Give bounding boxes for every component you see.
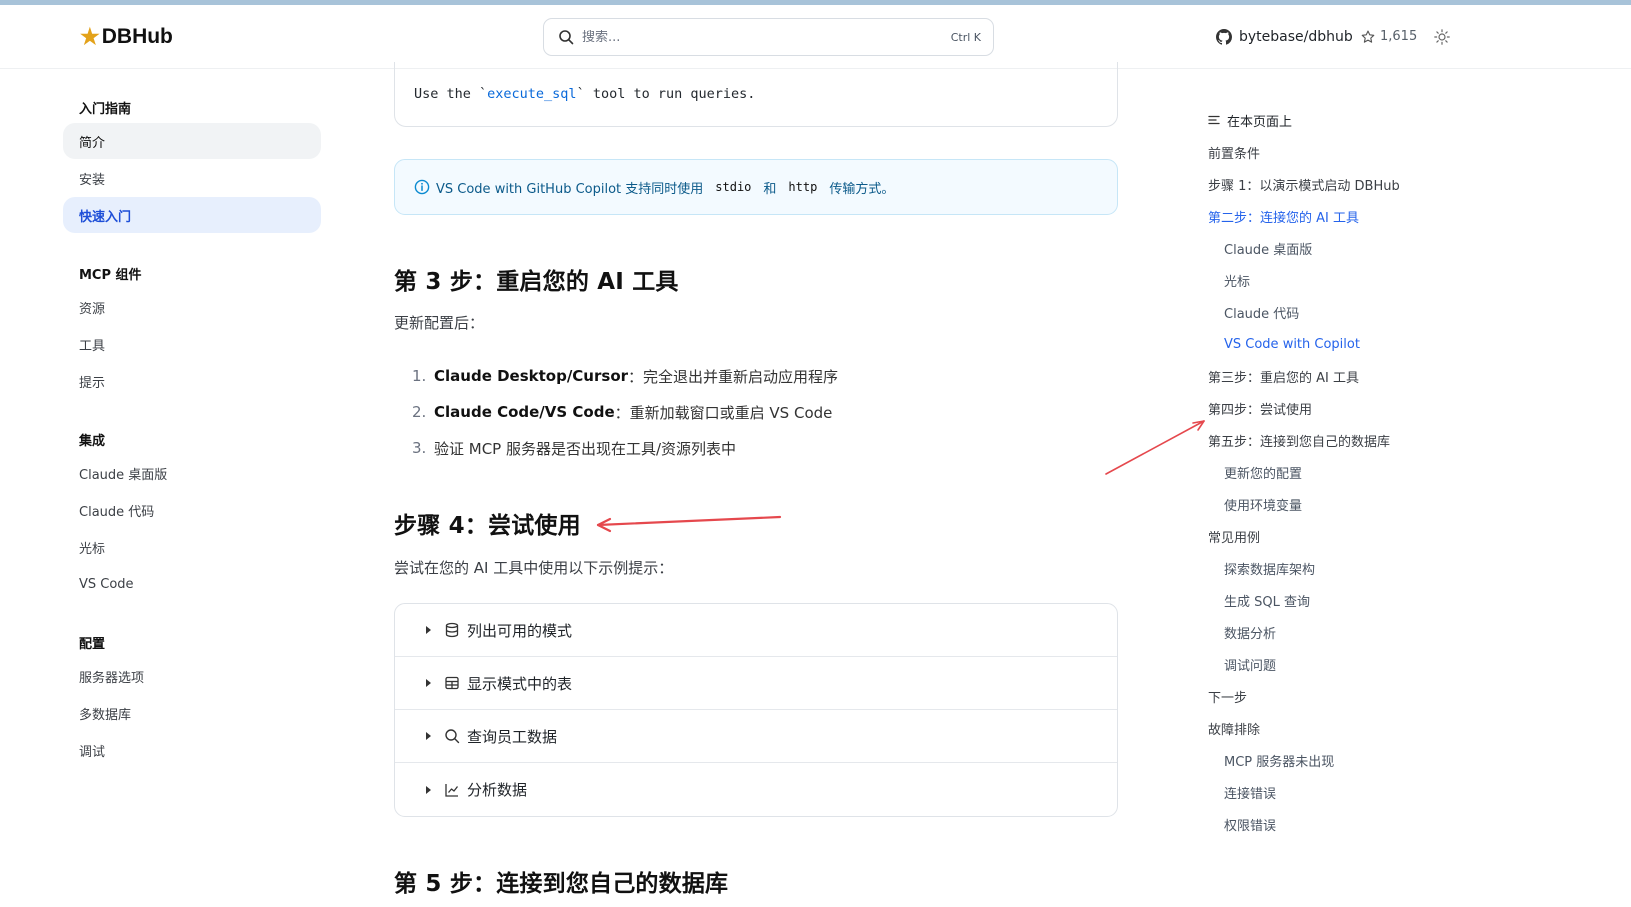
toc-item[interactable]: 连接错误: [1208, 776, 1468, 808]
toc-item[interactable]: 第三步：重启您的 AI 工具: [1208, 360, 1468, 392]
sidebar-item-cursor[interactable]: 光标: [63, 529, 321, 565]
list-item: 3. 验证 MCP 服务器是否出现在工具/资源列表中: [412, 439, 737, 458]
toc-item[interactable]: Claude 桌面版: [1208, 232, 1468, 264]
list-item: 2. Claude Code/VS Code ：重新加载窗口或重启 VS Code: [412, 403, 833, 422]
sidebar-section-title: 集成: [79, 433, 106, 449]
sidebar-item-claude-desktop[interactable]: Claude 桌面版: [63, 455, 321, 491]
sun-icon: [1434, 29, 1450, 45]
toc-item[interactable]: 第四步：尝试使用: [1208, 392, 1468, 424]
accordion-item-show-tables[interactable]: 显示模式中的表: [395, 657, 1117, 710]
step3-list: 1. Claude Desktop/Cursor ：完全退出并重新启动应用程序 2.…: [412, 358, 838, 466]
github-icon: [1216, 29, 1232, 45]
table-icon: [445, 676, 459, 690]
toc-item[interactable]: MCP 服务器未出现: [1208, 744, 1468, 776]
header: ★ DBHub Ctrl K bytebase/dbhub 1,615: [0, 5, 1631, 69]
step4-intro: 尝试在您的 AI 工具中使用以下示例提示：: [394, 559, 674, 577]
caret-right-icon: [426, 732, 431, 740]
star-logo-icon: ★: [80, 24, 100, 49]
annotation-arrow: [1105, 420, 1205, 475]
sidebar-item-quickstart[interactable]: 快速入门: [63, 197, 321, 233]
toc-item[interactable]: 常见用例: [1208, 520, 1468, 552]
toc-item[interactable]: 第二步：连接您的 AI 工具: [1208, 200, 1468, 232]
sidebar-item-prompts[interactable]: 提示: [63, 363, 321, 399]
sidebar-item-multi-database[interactable]: 多数据库: [63, 695, 321, 731]
examples-accordion: 列出可用的模式 显示模式中的表 查询员工数据 分析数据: [394, 603, 1118, 817]
toc-item[interactable]: 数据分析: [1208, 616, 1468, 648]
sidebar-section-title: 配置: [79, 636, 106, 652]
callout-text: VS Code with GitHub Copilot 支持同时使用: [436, 181, 704, 197]
sidebar-item-tools[interactable]: 工具: [63, 326, 321, 362]
sidebar-section-title: MCP 组件: [79, 267, 142, 283]
database-icon: [445, 622, 459, 638]
sidebar-item-claude-code[interactable]: Claude 代码: [63, 492, 321, 528]
toc-item[interactable]: 下一步: [1208, 680, 1468, 712]
github-stars[interactable]: 1,615: [1361, 29, 1417, 44]
caret-right-icon: [426, 679, 431, 687]
star-count: 1,615: [1380, 29, 1418, 44]
step3-heading: 第 3 步：重启您的 AI 工具: [394, 269, 679, 295]
repo-name: bytebase/dbhub: [1239, 29, 1353, 45]
theme-toggle-button[interactable]: [1434, 29, 1450, 49]
code-line: Use the `execute_sql` tool to run querie…: [414, 86, 756, 102]
logo[interactable]: ★ DBHub: [80, 25, 173, 49]
caret-right-icon: [426, 785, 431, 794]
callout-code: stdio: [715, 180, 752, 194]
caret-right-icon: [426, 626, 431, 634]
step4-heading: 步骤 4：尝试使用: [394, 513, 581, 539]
accordion-item-analyze-data[interactable]: 分析数据: [395, 763, 1117, 816]
sidebar-section-title: 入门指南: [79, 101, 132, 117]
annotation-arrow: [596, 515, 782, 533]
toc-item[interactable]: 权限错误: [1208, 808, 1468, 840]
line-chart-icon: [445, 783, 459, 797]
toc-item[interactable]: Claude 代码: [1208, 296, 1468, 328]
callout-code: http: [788, 180, 818, 194]
info-icon: [414, 179, 430, 195]
toc-item[interactable]: 故障排除: [1208, 712, 1468, 744]
toc-title: 在本页面上: [1208, 104, 1468, 136]
sidebar-item-resources[interactable]: 资源: [63, 289, 321, 325]
toc-item[interactable]: 光标: [1208, 264, 1468, 296]
search-icon: [559, 30, 574, 45]
list-item: 1. Claude Desktop/Cursor ：完全退出并重新启动应用程序: [412, 367, 839, 386]
toc-item[interactable]: 探索数据库架构: [1208, 552, 1468, 584]
search-box[interactable]: Ctrl K: [543, 18, 994, 56]
toc-item[interactable]: 更新您的配置: [1208, 456, 1468, 488]
toc-item[interactable]: 生成 SQL 查询: [1208, 584, 1468, 616]
sidebar-item-intro[interactable]: 简介: [63, 123, 321, 159]
toc-item[interactable]: 使用环境变量: [1208, 488, 1468, 520]
step5-heading: 第 5 步：连接到您自己的数据库: [394, 871, 729, 897]
accordion-item-list-schemas[interactable]: 列出可用的模式: [395, 604, 1117, 657]
sidebar: 入门指南 简介 安装 快速入门 MCP 组件 资源 工具 提示 集成 Claud…: [63, 92, 321, 769]
list-icon: [1208, 115, 1220, 125]
info-callout: VS Code with GitHub Copilot 支持同时使用 stdio…: [394, 159, 1118, 215]
table-of-contents: 在本页面上 前置条件 步骤 1：以演示模式启动 DBHub 第二步：连接您的 A…: [1208, 104, 1468, 840]
toc-item[interactable]: 调试问题: [1208, 648, 1468, 680]
sidebar-item-server-options[interactable]: 服务器选项: [63, 658, 321, 694]
sidebar-item-install[interactable]: 安装: [63, 160, 321, 196]
callout-text: 和: [763, 181, 777, 197]
accordion-item-query-employees[interactable]: 查询员工数据: [395, 710, 1117, 763]
sidebar-item-vscode[interactable]: VS Code: [63, 566, 321, 602]
search-input[interactable]: [582, 29, 951, 45]
search-shortcut: Ctrl K: [950, 30, 981, 44]
logo-text: DBHub: [101, 25, 173, 48]
sidebar-item-debug[interactable]: 调试: [63, 732, 321, 768]
star-outline-icon: [1361, 30, 1375, 43]
code-block: Use the `execute_sql` tool to run querie…: [394, 62, 1118, 127]
search-icon: [445, 729, 460, 744]
callout-text: 传输方式。: [829, 181, 895, 197]
step3-intro: 更新配置后：: [394, 314, 485, 332]
toc-item[interactable]: 前置条件: [1208, 136, 1468, 168]
github-repo-link[interactable]: bytebase/dbhub: [1216, 29, 1353, 45]
toc-item[interactable]: VS Code with Copilot: [1208, 328, 1468, 360]
toc-item[interactable]: 步骤 1：以演示模式启动 DBHub: [1208, 168, 1468, 200]
toc-item[interactable]: 第五步：连接到您自己的数据库: [1208, 424, 1468, 456]
